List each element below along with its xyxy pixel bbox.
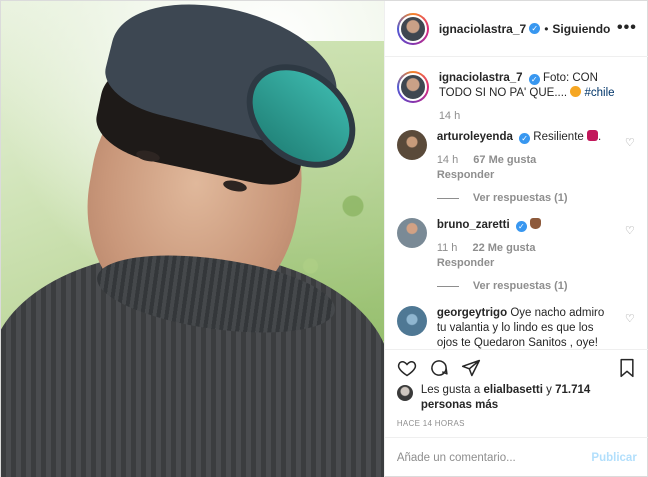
publish-button[interactable]: Publicar [591,452,636,464]
comment-composer: Publicar [384,437,648,477]
comment-avatar[interactable] [396,218,427,248]
share-icon[interactable] [461,358,481,378]
comment-meta: 11 h 22 Me gusta Responder [437,241,615,271]
comment-body: arturoleyenda ✓ Resiliente . 14 h 67 Me … [437,130,637,206]
header-separator: • [544,21,549,36]
view-replies-button[interactable]: Ver respuestas (1) [437,191,615,206]
comment: arturoleyenda ✓ Resiliente . 14 h 67 Me … [396,130,637,206]
following-button[interactable]: Siguiendo [552,22,610,36]
view-replies-button[interactable]: Ver respuestas (1) [437,279,615,294]
caption-avatar-image [398,73,427,101]
heart-icon[interactable]: ♡ [625,312,637,325]
comment-username[interactable]: bruno_zaretti [437,219,510,231]
verified-badge-icon: ✓ [529,23,541,34]
comment-time[interactable]: 11 h [437,242,458,254]
caption-time[interactable]: 14 h [439,110,460,122]
author-avatar[interactable] [396,12,429,45]
author-avatar-image [398,14,427,43]
liker-username[interactable]: elialbasetti [483,384,542,396]
instagram-post: ignaciolastra_7 ✓ • Siguiendo ••• ignaci… [0,0,648,477]
comment-icon[interactable] [429,358,449,378]
heart-icon[interactable]: ♡ [625,136,637,149]
verified-badge-icon: ✓ [528,74,540,85]
likes-summary: Les gusta a elialbasetti y 71.714 person… [396,383,637,413]
caption-body: ignaciolastra_7 ✓ Foto: CON TODO SI NO P… [439,71,637,124]
more-options-icon[interactable]: ••• [617,19,637,37]
bookmark-icon[interactable] [617,358,637,378]
post-header: ignaciolastra_7 ✓ • Siguiendo ••• [384,1,648,57]
comment-likes[interactable]: 67 Me gusta [473,154,536,166]
comment-time[interactable]: 14 h [437,154,458,166]
post-photo[interactable] [1,1,384,477]
verified-badge-icon: ✓ [515,221,527,232]
comment-meta: 14 h 67 Me gusta Responder [437,153,615,183]
comment-likes[interactable]: 22 Me gusta [472,242,535,254]
likes-joiner: y [546,384,552,396]
comment-input[interactable] [396,452,592,464]
post-timestamp[interactable]: HACE 14 HORAS [397,419,465,428]
verified-badge-icon: ✓ [519,133,531,144]
waving-hand-emoji-icon [530,218,542,229]
reply-button[interactable]: Responder [437,257,494,269]
caption: ignaciolastra_7 ✓ Foto: CON TODO SI NO P… [396,71,637,124]
likes-prefix: Les gusta a [420,384,481,396]
comment-body: bruno_zaretti ✓ 11 h 22 Me gusta Respond… [437,218,637,294]
reply-button[interactable]: Responder [437,169,494,181]
action-bar [384,349,648,385]
heart-icon[interactable]: ♡ [625,224,637,237]
caption-meta: 14 h [439,109,615,124]
comment-text: Resiliente [533,131,584,143]
laughing-emoji-icon [570,86,582,97]
liker-avatar[interactable] [396,385,413,401]
post-side-panel: ignaciolastra_7 ✓ • Siguiendo ••• ignaci… [383,1,648,477]
comments-list[interactable]: ignaciolastra_7 ✓ Foto: CON TODO SI NO P… [385,57,648,349]
caption-avatar[interactable] [396,71,429,103]
comment: georgeytrigo Oye nacho admiro tu valanti… [396,306,637,349]
caption-username[interactable]: ignaciolastra_7 [439,72,523,84]
likes-text: Les gusta a elialbasetti y 71.714 person… [421,383,637,413]
caption-hashtag[interactable]: #chile [585,87,615,99]
heart-icon[interactable] [397,358,417,378]
comment-avatar[interactable] [396,306,427,336]
comment: bruno_zaretti ✓ 11 h 22 Me gusta Respond… [396,218,637,294]
flexed-biceps-emoji-icon [586,130,598,141]
author-username[interactable]: ignaciolastra_7 [439,22,526,36]
comment-avatar[interactable] [396,130,427,160]
comment-username[interactable]: arturoleyenda [437,131,513,143]
comment-body: georgeytrigo Oye nacho admiro tu valanti… [437,306,637,349]
comment-username[interactable]: georgeytrigo [437,307,507,319]
